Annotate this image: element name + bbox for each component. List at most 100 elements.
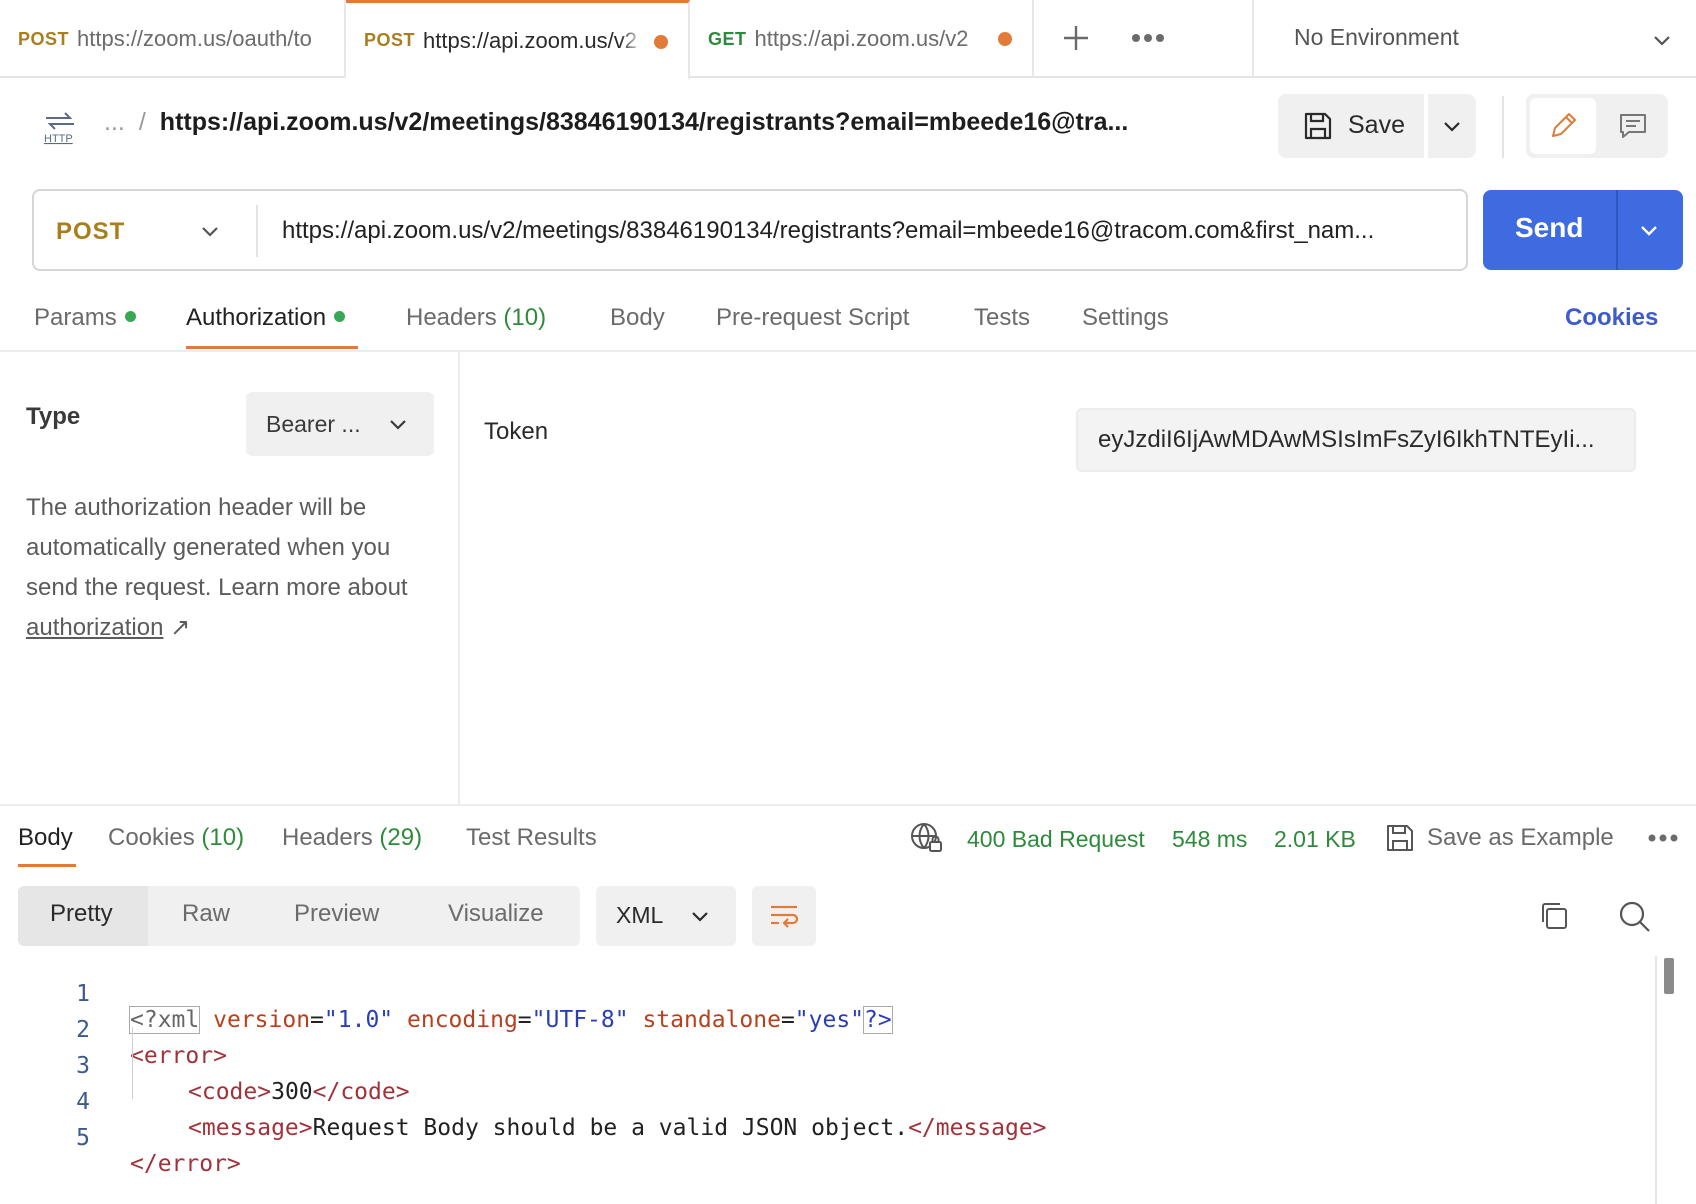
code-line: 3 <code>300</code> bbox=[0, 1027, 1650, 1105]
tab-url: https://api.zoom.us/v2 bbox=[754, 26, 969, 51]
tab-url: https://zoom.us/oauth/to bbox=[77, 26, 312, 51]
auth-type-label: Type bbox=[26, 403, 81, 430]
environment-select[interactable]: No Environment bbox=[1294, 24, 1459, 51]
active-tab-underline bbox=[186, 346, 358, 349]
response-more-icon[interactable] bbox=[1646, 828, 1680, 853]
token-input[interactable]: eyJzdiI6IjAwMDAwMSIsImFsZyI6IkhTNTEyIi..… bbox=[1076, 408, 1636, 472]
new-tab-plus-icon[interactable] bbox=[1056, 18, 1096, 58]
save-example-icon bbox=[1384, 822, 1416, 859]
request-tab-3[interactable]: GET https://api.zoom.us/v2 bbox=[690, 0, 1034, 78]
tab-headers-label: Headers bbox=[406, 304, 497, 331]
tab-url: https://api.zoom.us/v2 bbox=[423, 27, 638, 53]
tab-pre-request-script[interactable]: Pre-request Script bbox=[716, 304, 909, 332]
code-tag: </error> bbox=[130, 1151, 241, 1177]
indent-guide bbox=[132, 1027, 133, 1099]
learn-authorization-link[interactable]: authorization bbox=[26, 614, 163, 641]
response-time[interactable]: 548 ms bbox=[1172, 826, 1247, 853]
wrap-icon bbox=[768, 900, 800, 937]
tab-authorization-label: Authorization bbox=[186, 304, 327, 331]
network-globe-icon[interactable] bbox=[908, 820, 944, 861]
code-line: 1 <?xml version="1.0" encoding="UTF-8" s… bbox=[0, 955, 1650, 1034]
save-as-example-button[interactable]: Save as Example bbox=[1427, 824, 1614, 852]
method-chevron-down-icon[interactable] bbox=[198, 219, 222, 248]
view-raw[interactable]: Raw bbox=[182, 900, 230, 928]
response-cookies-label: Cookies bbox=[108, 824, 195, 851]
view-mode-toggle bbox=[1526, 94, 1668, 158]
request-name[interactable]: https://api.zoom.us/v2/meetings/83846190… bbox=[160, 108, 1129, 136]
tab-method: POST bbox=[364, 30, 416, 50]
cookies-link[interactable]: Cookies bbox=[1565, 304, 1658, 332]
copy-icon[interactable] bbox=[1538, 900, 1570, 937]
format-value: XML bbox=[616, 902, 664, 928]
wrap-lines-button[interactable] bbox=[752, 886, 816, 946]
code-line: 2 <error> bbox=[0, 991, 1650, 1069]
tabs-more-icon[interactable] bbox=[1128, 26, 1168, 50]
url-bar: POST https://api.zoom.us/v2/meetings/838… bbox=[32, 189, 1468, 271]
request-tab-1[interactable]: POST https://zoom.us/oauth/to bbox=[0, 0, 346, 78]
search-icon[interactable] bbox=[1618, 900, 1652, 939]
code-scrollbar-thumb[interactable] bbox=[1664, 958, 1674, 994]
auth-active-dot-icon bbox=[334, 311, 346, 323]
response-status[interactable]: 400 Bad Request bbox=[967, 826, 1145, 853]
send-options-chevron-down-icon[interactable] bbox=[1637, 218, 1661, 247]
pencil-icon bbox=[1547, 110, 1579, 147]
token-label: Token bbox=[484, 418, 549, 445]
response-active-tab-underline bbox=[18, 864, 76, 867]
response-headers-label: Headers bbox=[282, 824, 373, 851]
chevron-down-icon bbox=[1440, 114, 1464, 143]
tab-settings[interactable]: Settings bbox=[1082, 304, 1169, 332]
params-active-dot-icon bbox=[124, 311, 136, 323]
send-button-group: Send bbox=[1483, 190, 1683, 270]
comments-button[interactable] bbox=[1602, 98, 1664, 154]
chevron-down-icon bbox=[386, 412, 410, 441]
headers-count: (10) bbox=[503, 304, 547, 331]
environment-chevron-down-icon[interactable] bbox=[1650, 28, 1674, 52]
save-label: Save bbox=[1348, 111, 1405, 139]
tab-params-label: Params bbox=[34, 304, 117, 331]
response-tab-cookies[interactable]: Cookies (10) bbox=[108, 824, 244, 852]
format-select[interactable]: XML bbox=[596, 886, 736, 946]
view-pretty[interactable]: Pretty bbox=[50, 900, 113, 928]
save-button[interactable]: Save bbox=[1278, 94, 1424, 158]
response-tab-body[interactable]: Body bbox=[18, 824, 73, 852]
view-visualize[interactable]: Visualize bbox=[448, 900, 544, 928]
auth-description-text: The authorization header will be automat… bbox=[26, 494, 408, 601]
save-icon bbox=[1302, 110, 1334, 147]
response-headers-count: (29) bbox=[379, 824, 423, 851]
tab-method: GET bbox=[708, 28, 747, 49]
method-select[interactable]: POST bbox=[56, 218, 125, 246]
url-input[interactable]: https://api.zoom.us/v2/meetings/83846190… bbox=[282, 217, 1432, 245]
edit-mode-button[interactable] bbox=[1530, 98, 1596, 154]
http-request-icon: HTTP bbox=[42, 108, 78, 148]
request-tab-2[interactable]: POST https://api.zoom.us/v2 bbox=[346, 0, 690, 80]
code-line: 5 </error> bbox=[0, 1099, 1650, 1177]
auth-description: The authorization header will be automat… bbox=[26, 488, 446, 648]
auth-type-select[interactable]: Bearer ... bbox=[246, 392, 434, 456]
response-view-tabs: Pretty Raw Preview Visualize bbox=[18, 886, 580, 946]
external-link-icon: ↗ bbox=[170, 614, 191, 641]
chevron-down-icon bbox=[688, 904, 712, 933]
breadcrumb-ellipsis[interactable]: ... bbox=[104, 108, 125, 136]
tab-tests[interactable]: Tests bbox=[974, 304, 1030, 332]
auth-type-value: Bearer ... bbox=[266, 411, 361, 437]
send-button[interactable]: Send bbox=[1515, 212, 1583, 244]
view-preview[interactable]: Preview bbox=[294, 900, 379, 928]
unsaved-dot-icon bbox=[998, 32, 1012, 46]
tab-params[interactable]: Params bbox=[34, 304, 136, 332]
comment-icon bbox=[1617, 110, 1649, 147]
response-tab-test-results[interactable]: Test Results bbox=[466, 824, 597, 852]
request-tab-strip: POST https://zoom.us/oauth/to POST https… bbox=[0, 0, 1696, 80]
response-size[interactable]: 2.01 KB bbox=[1274, 826, 1356, 853]
response-tab-headers[interactable]: Headers (29) bbox=[282, 824, 422, 852]
line-number: 5 bbox=[76, 1125, 90, 1151]
unsaved-dot-icon bbox=[654, 35, 668, 49]
tab-body[interactable]: Body bbox=[610, 304, 665, 332]
save-options-button[interactable] bbox=[1428, 94, 1476, 158]
breadcrumb: ... / https://api.zoom.us/v2/meetings/8384… bbox=[104, 108, 1128, 137]
tab-headers[interactable]: Headers (10) bbox=[406, 304, 546, 332]
response-cookies-count: (10) bbox=[201, 824, 245, 851]
breadcrumb-separator: / bbox=[138, 108, 146, 136]
svg-text:HTTP: HTTP bbox=[44, 133, 73, 145]
tab-authorization[interactable]: Authorization bbox=[186, 304, 346, 332]
tab-method: POST bbox=[18, 28, 70, 49]
